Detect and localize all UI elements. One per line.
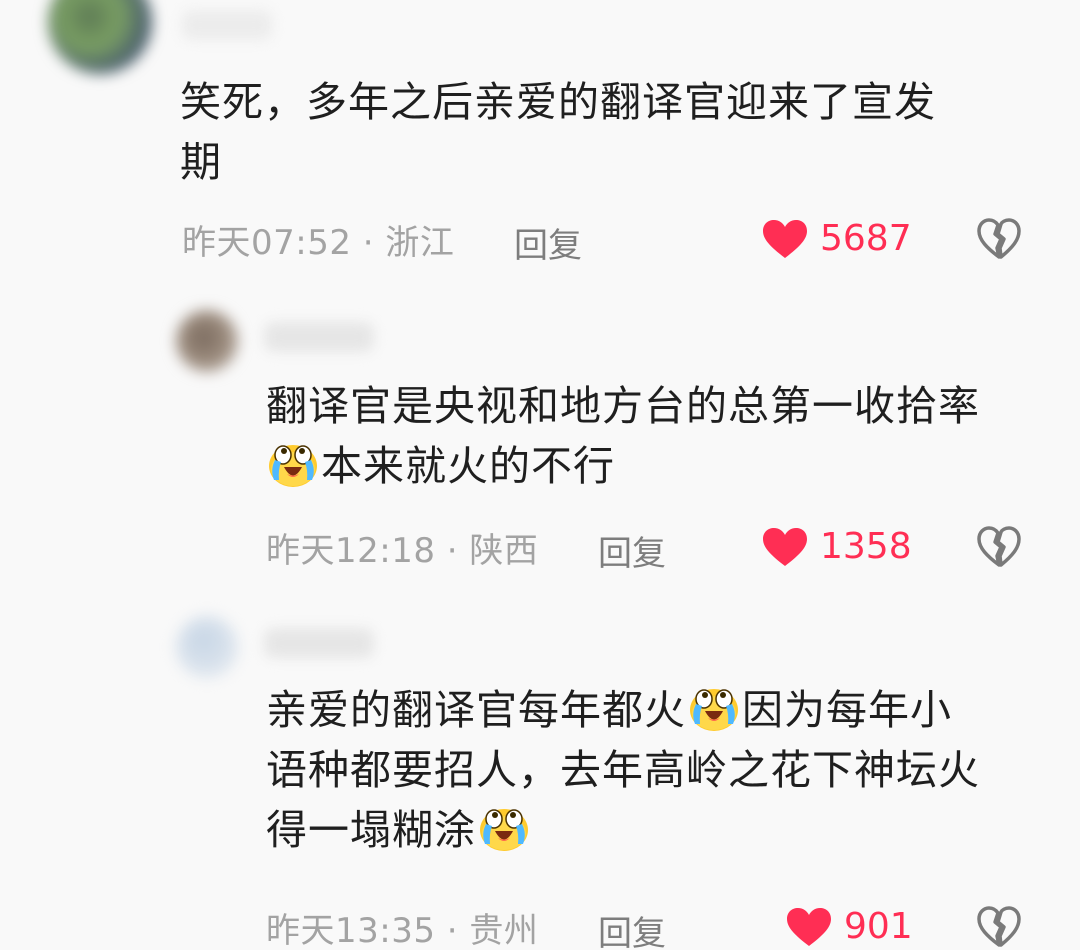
comment-text-line: 期: [180, 138, 222, 186]
comment-meta: 昨天13:35 · 贵州: [266, 902, 538, 950]
crying-laughing-emoji-icon: [266, 436, 320, 490]
like-count: 901: [844, 906, 913, 947]
comment-text: 亲爱的翻译官每年都火 因为每年小 语种都要招人，去年高岭之花下神坛火 得一塌糊涂: [266, 680, 1056, 860]
crying-laughing-emoji-icon: [477, 800, 531, 854]
like-button[interactable]: 1358: [762, 526, 912, 567]
comment-text: 笑死，多年之后亲爱的翻译官迎来了宣发 期: [180, 72, 1030, 192]
reply-button[interactable]: 回复: [598, 526, 666, 575]
comment-item: 翻译官是央视和地方台的总第一收拾率 本来就火的不行 昨天12:18 · 陕西 回…: [0, 290, 1080, 600]
username[interactable]: [264, 628, 374, 658]
username[interactable]: [264, 322, 374, 352]
crying-laughing-emoji-icon: [687, 680, 741, 734]
comment-text-line: 翻译官是央视和地方台的总第一收拾率: [266, 382, 980, 430]
comment-item: 亲爱的翻译官每年都火 因为每年小 语种都要招人，去年高岭之花下神坛火 得一塌糊涂 …: [0, 600, 1080, 950]
avatar[interactable]: [48, 0, 152, 74]
comment-item: 笑死，多年之后亲爱的翻译官迎来了宣发 期 昨天07:52 · 浙江 回复 568…: [0, 0, 1080, 290]
broken-heart-icon[interactable]: [976, 905, 1022, 949]
comment-meta: 昨天12:18 · 陕西: [266, 522, 538, 572]
heart-icon: [762, 527, 808, 567]
like-button[interactable]: 5687: [762, 218, 912, 259]
comment-text-line: 笑死，多年之后亲爱的翻译官迎来了宣发: [180, 78, 936, 126]
reply-button[interactable]: 回复: [514, 218, 582, 267]
comment-text-line: 因为每年小: [742, 686, 952, 734]
comment-timestamp: 昨天13:35 · 贵州: [266, 910, 539, 950]
reply-button[interactable]: 回复: [598, 906, 666, 950]
comment-text-line: 得一塌糊涂: [266, 806, 476, 854]
comment-text-line: 本来就火的不行: [321, 442, 615, 490]
comment-list: 笑死，多年之后亲爱的翻译官迎来了宣发 期 昨天07:52 · 浙江 回复 568…: [0, 0, 1080, 950]
comment-timestamp: 昨天12:18 · 陕西: [266, 530, 539, 571]
like-count: 5687: [820, 218, 912, 259]
broken-heart-icon[interactable]: [976, 525, 1022, 569]
comment-text-line: 语种都要招人，去年高岭之花下神坛火: [266, 746, 980, 794]
like-button[interactable]: 901: [786, 906, 913, 947]
comment-meta: 昨天07:52 · 浙江: [182, 214, 454, 264]
like-count: 1358: [820, 526, 912, 567]
comment-text-line: 亲爱的翻译官每年都火: [266, 686, 686, 734]
avatar[interactable]: [176, 310, 238, 372]
comment-text: 翻译官是央视和地方台的总第一收拾率 本来就火的不行: [266, 376, 1056, 496]
username[interactable]: [182, 10, 272, 40]
broken-heart-icon[interactable]: [976, 217, 1022, 261]
comment-timestamp: 昨天07:52 · 浙江: [182, 222, 455, 263]
heart-icon: [786, 907, 832, 947]
heart-icon: [762, 219, 808, 259]
avatar[interactable]: [176, 616, 238, 678]
